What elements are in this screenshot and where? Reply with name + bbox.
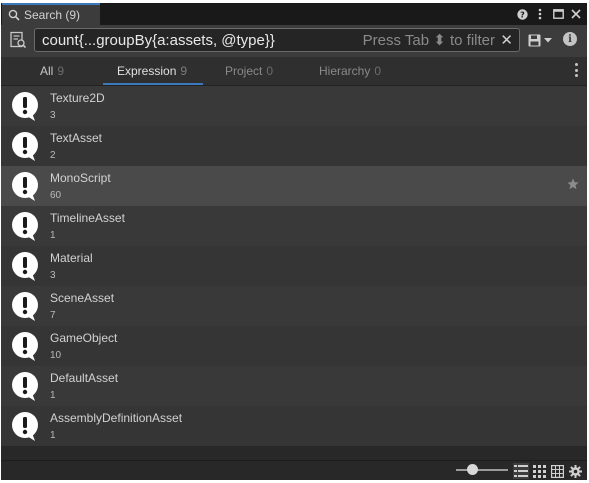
search-hint: Press Tab ⬍ to filter bbox=[362, 32, 495, 49]
list-item[interactable]: SceneAsset 7 bbox=[1, 286, 587, 326]
list-item[interactable]: TextAsset 2 bbox=[1, 126, 587, 166]
close-icon[interactable] bbox=[569, 6, 583, 22]
table-view-icon bbox=[550, 464, 564, 478]
list-item[interactable]: GameObject 10 bbox=[1, 326, 587, 366]
title-bar: Search (9) ? bbox=[1, 3, 587, 25]
list-item[interactable]: TimelineAsset 1 bbox=[1, 206, 587, 246]
tab-count: 9 bbox=[57, 64, 65, 78]
list-item[interactable]: DefaultAsset 1 bbox=[1, 366, 587, 406]
result-icon bbox=[12, 412, 38, 441]
search-input[interactable]: count{...groupBy{a:assets, @type}} Press… bbox=[34, 28, 520, 52]
result-description: 1 bbox=[50, 430, 56, 441]
window-controls: ? bbox=[515, 5, 583, 23]
svg-text:?: ? bbox=[520, 10, 525, 19]
status-bar bbox=[1, 460, 587, 480]
result-icon bbox=[12, 252, 38, 281]
saved-searches-icon[interactable] bbox=[9, 31, 27, 49]
list-item[interactable]: Material 3 bbox=[1, 246, 587, 286]
maximize-icon[interactable] bbox=[551, 6, 565, 22]
search-toolbar: count{...groupBy{a:assets, @type}} Press… bbox=[1, 25, 587, 57]
result-label: SceneAsset bbox=[50, 291, 115, 305]
settings-button[interactable] bbox=[567, 463, 583, 479]
result-label: Material bbox=[50, 251, 93, 265]
provider-tabs: All 9 Expression 9 Project 0 Hierarchy 0 bbox=[1, 57, 587, 86]
result-description: 60 bbox=[50, 190, 62, 201]
window-tab[interactable]: Search (9) bbox=[2, 3, 100, 25]
search-window: Search (9) ? count{...groupBy{a:assets, … bbox=[0, 0, 589, 483]
list-item[interactable]: AssemblyDefinitionAsset 1 bbox=[1, 406, 587, 446]
item-size-slider-handle[interactable] bbox=[467, 464, 478, 475]
item-size-slider[interactable] bbox=[456, 469, 508, 471]
result-icon bbox=[12, 292, 38, 321]
list-view-icon bbox=[514, 465, 528, 477]
chevron-down-icon bbox=[544, 38, 552, 43]
more-options-icon[interactable] bbox=[533, 6, 547, 22]
active-tab-indicator bbox=[103, 83, 203, 85]
table-view-button[interactable] bbox=[549, 463, 565, 479]
result-description: 1 bbox=[50, 230, 56, 241]
save-icon bbox=[528, 34, 541, 46]
result-icon bbox=[12, 132, 38, 161]
grid-view-button[interactable] bbox=[531, 463, 547, 479]
window-title: Search (9) bbox=[24, 8, 81, 22]
result-icon bbox=[12, 332, 38, 361]
grid-view-icon bbox=[532, 464, 546, 478]
info-icon[interactable]: i bbox=[563, 32, 577, 46]
tabs-menu-icon[interactable] bbox=[573, 63, 579, 77]
help-icon[interactable]: ? bbox=[515, 6, 529, 22]
results-list: Texture2D 3 TextAsset 2 MonoScript 60 Ti… bbox=[1, 86, 587, 460]
tab-label: Project bbox=[225, 64, 263, 78]
tab-project[interactable]: Project 0 bbox=[225, 57, 273, 85]
tab-label: Expression bbox=[117, 64, 177, 78]
search-query[interactable]: count{...groupBy{a:assets, @type}} bbox=[42, 32, 275, 49]
result-icon bbox=[12, 172, 38, 201]
result-label: DefaultAsset bbox=[50, 371, 119, 385]
tab-expression[interactable]: Expression 9 bbox=[117, 57, 187, 85]
result-icon bbox=[12, 372, 38, 401]
tab-count: 0 bbox=[266, 64, 274, 78]
result-label: MonoScript bbox=[50, 171, 111, 185]
result-icon bbox=[12, 212, 38, 241]
tab-count: 0 bbox=[374, 64, 382, 78]
result-description: 3 bbox=[50, 270, 56, 281]
result-label: GameObject bbox=[50, 331, 118, 345]
result-label: AssemblyDefinitionAsset bbox=[50, 411, 183, 425]
tab-label: All bbox=[40, 64, 54, 78]
save-search-button[interactable] bbox=[528, 32, 554, 48]
result-icon bbox=[12, 92, 38, 121]
favorite-star-icon[interactable] bbox=[567, 178, 579, 190]
search-icon bbox=[8, 9, 20, 21]
result-description: 1 bbox=[50, 390, 56, 401]
clear-search-icon[interactable]: ✕ bbox=[500, 31, 513, 49]
list-item[interactable]: MonoScript 60 bbox=[1, 166, 587, 206]
result-label: Texture2D bbox=[50, 91, 105, 105]
result-description: 2 bbox=[50, 150, 56, 161]
result-label: TextAsset bbox=[50, 131, 103, 145]
tab-label: Hierarchy bbox=[319, 64, 371, 78]
gear-icon bbox=[568, 464, 582, 478]
list-view-button[interactable] bbox=[513, 463, 529, 479]
result-description: 3 bbox=[50, 110, 56, 121]
result-description: 10 bbox=[50, 350, 62, 361]
tab-all[interactable]: All 9 bbox=[40, 57, 64, 85]
tab-count: 9 bbox=[180, 64, 188, 78]
tab-hierarchy[interactable]: Hierarchy 0 bbox=[319, 57, 381, 85]
result-label: TimelineAsset bbox=[50, 211, 125, 225]
list-item[interactable]: Texture2D 3 bbox=[1, 86, 587, 126]
result-description: 7 bbox=[50, 310, 56, 321]
